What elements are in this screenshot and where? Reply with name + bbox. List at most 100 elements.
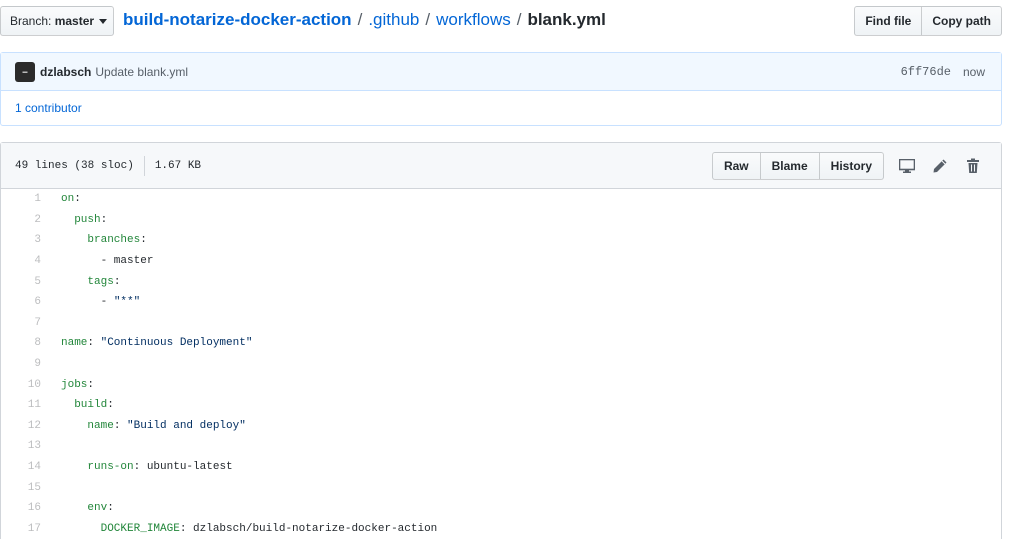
code-token: : <box>87 337 101 350</box>
commit-time: now <box>962 65 985 79</box>
code-token: : <box>113 419 128 432</box>
desktop-icon[interactable] <box>897 156 917 176</box>
history-button[interactable]: History <box>818 152 884 180</box>
file-navigation: Branch: master build-notarize-docker-act… <box>0 6 1024 38</box>
code-line: 16 env: <box>1 498 1001 519</box>
code-token: : <box>140 234 147 247</box>
line-content: tags: <box>41 276 120 288</box>
line-number[interactable]: 13 <box>1 440 41 452</box>
line-number[interactable]: 7 <box>1 317 41 329</box>
line-number[interactable]: 5 <box>1 276 41 288</box>
code-token: "**" <box>113 296 141 309</box>
line-number[interactable]: 15 <box>1 482 41 494</box>
breadcrumb-github-link[interactable]: .github <box>368 10 419 30</box>
branch-name: master <box>54 14 95 28</box>
line-number[interactable]: 6 <box>1 296 41 308</box>
raw-button[interactable]: Raw <box>711 152 761 180</box>
contributors-link[interactable]: 1 contributor <box>1 91 1001 125</box>
file-info-divider <box>143 155 145 176</box>
breadcrumb-filename: blank.yml <box>527 10 606 29</box>
line-number[interactable]: 1 <box>1 193 41 205</box>
code-line: 1 on: <box>1 189 1001 210</box>
avatar-mark: ▬ <box>22 68 28 75</box>
code-token: : dzlabsch/build-notarize-docker-action <box>179 522 438 535</box>
code-token: env <box>87 502 108 515</box>
line-content: push: <box>41 214 107 226</box>
breadcrumb-separator: / <box>425 10 431 29</box>
code-token: name <box>87 419 114 432</box>
line-content: jobs: <box>41 379 94 391</box>
file-viewer: 49 lines (38 sloc) 1.67 KB Raw Blame His… <box>0 142 1002 539</box>
line-content: DOCKER_IMAGE: dzlabsch/build-notarize-do… <box>41 522 438 535</box>
file-size: 1.67 KB <box>154 159 202 172</box>
code-token: : ubuntu-latest <box>133 461 233 474</box>
code-token: "Continuous Deployment" <box>100 337 253 350</box>
file-line-count: 49 lines (38 sloc) <box>15 159 134 172</box>
line-number[interactable]: 9 <box>1 358 41 370</box>
pencil-icon[interactable] <box>930 156 950 176</box>
code-token: jobs <box>61 378 88 391</box>
code-token: : <box>107 399 114 412</box>
code-line: 4 - master <box>1 251 1001 272</box>
line-content: - "**" <box>41 296 141 309</box>
breadcrumb-repo-link[interactable]: build-notarize-docker-action <box>123 10 352 30</box>
latest-commit: ▬ dzlabsch Update blank.yml 6ff76de now <box>1 53 1001 91</box>
commit-tease: ▬ dzlabsch Update blank.yml 6ff76de now … <box>0 52 1002 126</box>
line-number[interactable]: 16 <box>1 502 41 514</box>
line-number[interactable]: 8 <box>1 337 41 349</box>
blame-button[interactable]: Blame <box>759 152 820 180</box>
commit-meta: 6ff76de now <box>901 53 985 91</box>
code-token: - <box>61 296 114 309</box>
line-content: runs-on: ubuntu-latest <box>41 461 233 474</box>
code-token: name <box>61 337 88 350</box>
line-content: branches: <box>41 234 147 247</box>
code-line: 17 DOCKER_IMAGE: dzlabsch/build-notarize… <box>1 519 1001 539</box>
line-number[interactable]: 12 <box>1 420 41 432</box>
commit-sha-link[interactable]: 6ff76de <box>901 65 951 79</box>
code-line: 7 <box>1 313 1001 334</box>
code-token: : <box>107 502 114 515</box>
breadcrumb-separator: / <box>357 10 363 29</box>
branch-label: Branch: <box>10 14 52 28</box>
line-number[interactable]: 10 <box>1 379 41 391</box>
line-number[interactable]: 3 <box>1 234 41 246</box>
line-number[interactable]: 14 <box>1 461 41 473</box>
line-content: - master <box>41 255 154 267</box>
line-number[interactable]: 4 <box>1 255 41 267</box>
file-header: 49 lines (38 sloc) 1.67 KB Raw Blame His… <box>1 143 1001 189</box>
find-file-button[interactable]: Find file <box>854 6 923 36</box>
code-line: 14 runs-on: ubuntu-latest <box>1 457 1001 478</box>
commit-message-link[interactable]: Update blank.yml <box>95 65 188 79</box>
breadcrumb-separator: / <box>516 10 522 29</box>
code-token: "Build and deploy" <box>127 419 246 432</box>
line-number[interactable]: 17 <box>1 523 41 535</box>
avatar[interactable]: ▬ <box>15 61 35 82</box>
code-token: branches <box>87 234 141 247</box>
breadcrumb-workflows-link[interactable]: workflows <box>436 10 511 30</box>
line-content: on: <box>41 193 81 205</box>
trash-icon[interactable] <box>963 156 983 176</box>
file-nav-buttons: Find file Copy path <box>854 6 1002 36</box>
code-line: 6 - "**" <box>1 292 1001 313</box>
code-line: 10 jobs: <box>1 374 1001 395</box>
line-number[interactable]: 2 <box>1 214 41 226</box>
copy-path-button[interactable]: Copy path <box>921 6 1002 36</box>
commit-author-link[interactable]: dzlabsch <box>40 65 91 79</box>
code-token: : <box>74 193 81 206</box>
code-token: : <box>113 275 121 288</box>
line-content: env: <box>41 502 114 515</box>
line-content: name: "Continuous Deployment" <box>41 337 252 349</box>
breadcrumb: build-notarize-docker-action / .github /… <box>123 10 606 30</box>
code-line: 15 <box>1 477 1001 498</box>
code-token: runs-on <box>87 461 134 474</box>
branch-selector-button[interactable]: Branch: master <box>0 6 114 36</box>
line-number[interactable]: 11 <box>1 399 41 411</box>
code-line: 2 push: <box>1 210 1001 231</box>
line-content: name: "Build and deploy" <box>41 419 246 432</box>
caret-down-icon <box>99 18 108 24</box>
